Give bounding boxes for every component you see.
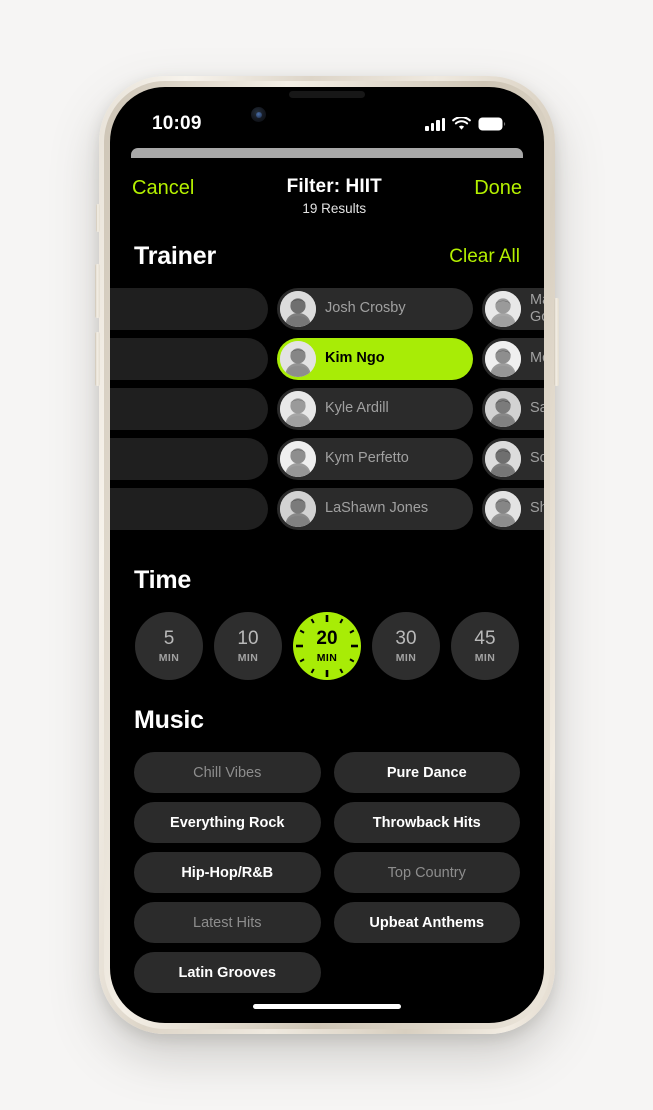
trainer-name: Sherica Holmon xyxy=(530,500,544,517)
speaker-grille xyxy=(289,91,365,98)
trainer-chip-partial[interactable] xyxy=(110,488,268,530)
volume-up-button[interactable] xyxy=(95,264,100,318)
trainer-chip[interactable]: Molly Fox xyxy=(482,338,544,380)
volume-down-button[interactable] xyxy=(95,332,100,386)
time-unit-label: MIN xyxy=(237,651,259,664)
done-button[interactable]: Done xyxy=(474,177,522,200)
trainer-chip[interactable]: Scott Carvin xyxy=(482,438,544,480)
clear-all-button[interactable]: Clear All xyxy=(449,246,520,268)
time-unit-label: MIN xyxy=(158,651,180,664)
time-value: 5 xyxy=(163,627,175,649)
trainer-chip-partial[interactable] xyxy=(110,388,268,430)
time-value: 30 xyxy=(395,627,417,649)
avatar xyxy=(280,341,316,377)
music-chip[interactable]: Latin Grooves xyxy=(134,952,321,993)
music-section-header: Music xyxy=(110,706,544,735)
cellular-signal-icon xyxy=(425,117,445,131)
time-unit-label: MIN xyxy=(316,651,338,664)
nav-title-block: Filter: HIIT 19 Results xyxy=(194,176,474,216)
avatar xyxy=(280,441,316,477)
results-count: 19 Results xyxy=(302,201,367,216)
sheet-drag-handle[interactable] xyxy=(131,148,523,158)
avatar xyxy=(485,491,521,527)
navigation-bar: Cancel Filter: HIIT 19 Results Done xyxy=(110,167,544,229)
music-heading: Music xyxy=(134,706,204,734)
avatar xyxy=(485,441,521,477)
time-section-header: Time xyxy=(110,566,544,595)
time-value: 10 xyxy=(237,627,259,649)
battery-full-icon xyxy=(478,117,506,131)
avatar xyxy=(280,491,316,527)
trainer-chip-grid: Josh Crosby Marimba Gold-Watts Kim Ngo M… xyxy=(110,288,544,530)
trainer-chip[interactable]: Sam Sanchez xyxy=(482,388,544,430)
time-value: 45 xyxy=(474,627,496,649)
phone-device-frame: 10:09 Cancel Filter: HIIT 19 Results Don… xyxy=(95,76,559,1034)
mute-switch[interactable] xyxy=(96,204,100,232)
music-section: Music Chill Vibes Pure Dance Everything Ro… xyxy=(110,706,544,993)
time-option-20[interactable]: 20 MIN xyxy=(293,612,361,680)
avatar xyxy=(485,291,521,327)
trainer-name: Scott Carvin xyxy=(530,450,544,467)
wifi-icon xyxy=(452,117,471,130)
trainer-chip[interactable]: Kyle Ardill xyxy=(277,388,473,430)
time-heading: Time xyxy=(134,566,192,594)
trainer-carousel[interactable]: Josh Crosby Marimba Gold-Watts Kim Ngo M… xyxy=(110,288,544,540)
trainer-section: Trainer Clear All Josh Crosby Marimba Go… xyxy=(110,242,544,540)
trainer-chip-partial[interactable] xyxy=(110,438,268,480)
status-bar-icons xyxy=(425,117,506,131)
avatar xyxy=(485,391,521,427)
trainer-name: Kim Ngo xyxy=(325,350,385,367)
music-chip[interactable]: Chill Vibes xyxy=(134,752,321,793)
trainer-chip-partial[interactable] xyxy=(110,338,268,380)
phone-screen: 10:09 Cancel Filter: HIIT 19 Results Don… xyxy=(110,87,544,1023)
avatar xyxy=(280,391,316,427)
avatar xyxy=(280,291,316,327)
time-option-10[interactable]: 10 MIN xyxy=(214,612,282,680)
music-chip[interactable]: Throwback Hits xyxy=(333,802,520,843)
status-bar: 10:09 xyxy=(110,109,544,139)
trainer-name: Sam Sanchez xyxy=(530,400,544,417)
time-unit-label: MIN xyxy=(474,651,496,664)
home-indicator[interactable] xyxy=(253,1004,401,1009)
trainer-chip[interactable]: LaShawn Jones xyxy=(277,488,473,530)
status-bar-clock: 10:09 xyxy=(152,113,202,134)
trainer-chip[interactable]: Kim Ngo xyxy=(277,338,473,380)
page-title: Filter: HIIT xyxy=(286,176,382,197)
trainer-name: Josh Crosby xyxy=(325,300,406,317)
trainer-name: Kyle Ardill xyxy=(325,400,389,417)
trainer-section-header: Trainer Clear All xyxy=(110,242,544,271)
power-button[interactable] xyxy=(554,298,559,386)
time-unit-label: MIN xyxy=(395,651,417,664)
time-value: 20 xyxy=(316,627,338,649)
music-chip-grid: Chill Vibes Pure Dance Everything Rock Thro… xyxy=(110,752,544,993)
time-option-row: 5 MIN 10 MIN 20 MIN 30 MIN 45 MIN xyxy=(110,612,544,680)
trainer-chip-partial[interactable] xyxy=(110,288,268,330)
trainer-chip[interactable]: Josh Crosby xyxy=(277,288,473,330)
avatar xyxy=(485,341,521,377)
music-chip[interactable]: Top Country xyxy=(333,852,520,893)
music-chip[interactable]: Upbeat Anthems xyxy=(333,902,520,943)
music-chip[interactable]: Everything Rock xyxy=(134,802,321,843)
cancel-button[interactable]: Cancel xyxy=(132,177,194,200)
trainer-name: Kym Perfetto xyxy=(325,450,409,467)
filter-content: Trainer Clear All Josh Crosby Marimba Go… xyxy=(110,229,544,1023)
trainer-name: Molly Fox xyxy=(530,350,544,367)
music-chip[interactable]: Pure Dance xyxy=(333,752,520,793)
time-option-30[interactable]: 30 MIN xyxy=(372,612,440,680)
trainer-name: LaShawn Jones xyxy=(325,500,429,517)
time-section: Time 5 MIN 10 MIN 20 MIN 30 MIN 45 MIN xyxy=(110,566,544,680)
time-option-45[interactable]: 45 MIN xyxy=(451,612,519,680)
trainer-chip[interactable]: Sherica Holmon xyxy=(482,488,544,530)
trainer-name: Marimba Gold-Watts xyxy=(530,291,544,325)
time-option-5[interactable]: 5 MIN xyxy=(135,612,203,680)
trainer-chip[interactable]: Kym Perfetto xyxy=(277,438,473,480)
trainer-heading: Trainer xyxy=(134,242,216,270)
trainer-chip[interactable]: Marimba Gold-Watts xyxy=(482,288,544,330)
music-chip[interactable]: Hip-Hop/R&B xyxy=(134,852,321,893)
music-chip[interactable]: Latest Hits xyxy=(134,902,321,943)
